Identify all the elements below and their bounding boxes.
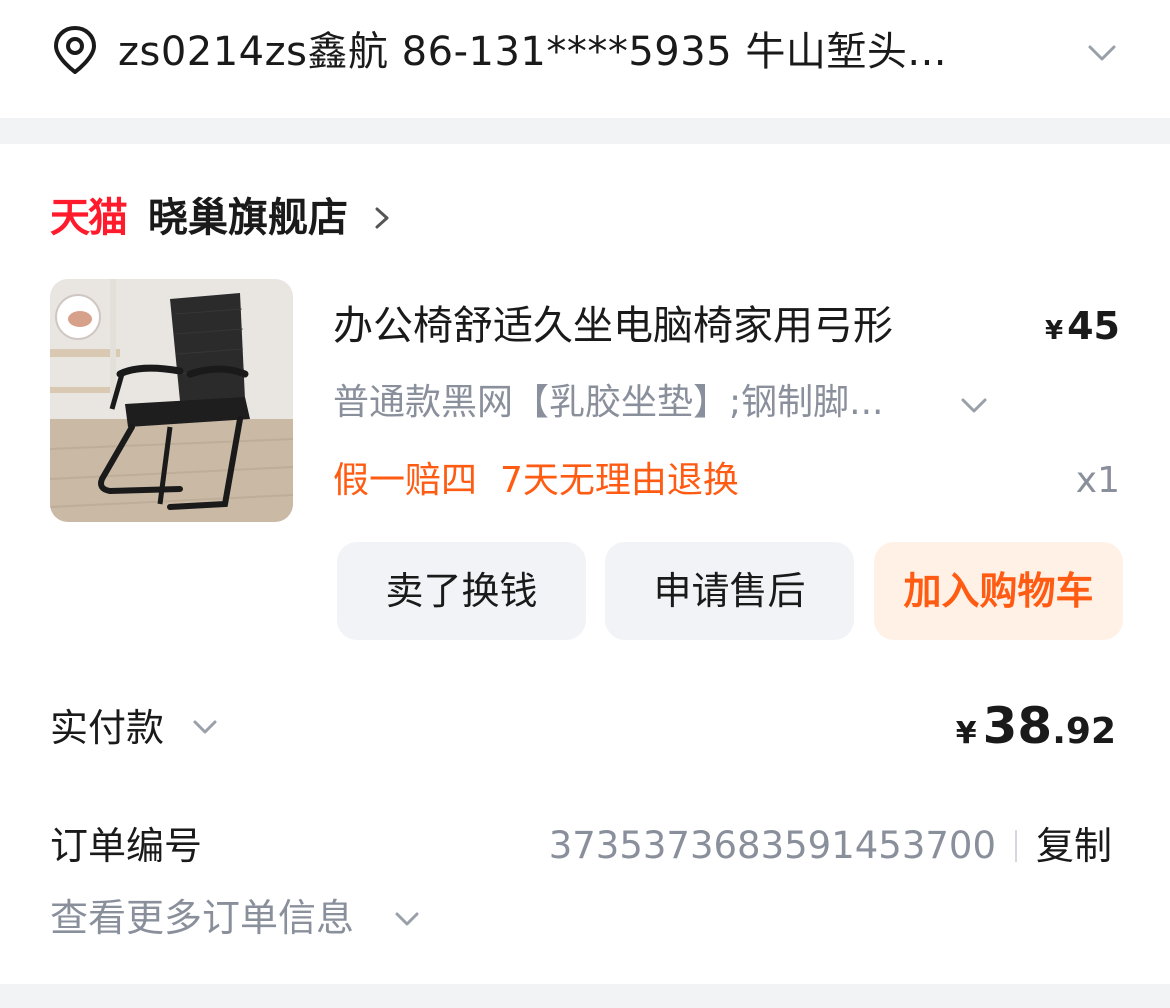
paid-decimal: .92 bbox=[1052, 711, 1116, 752]
chevron-down-icon[interactable] bbox=[190, 714, 220, 740]
order-number: 3735373683591453700 bbox=[548, 824, 996, 867]
paid-amount-label[interactable]: 实付款 bbox=[50, 700, 164, 756]
address-summary: zs0214zs鑫航 86-131****5935 牛山堑头... bbox=[118, 29, 948, 75]
service-tag-counterfeit: 假一赔四 bbox=[333, 460, 478, 501]
chevron-down-icon[interactable] bbox=[392, 906, 422, 932]
chevron-right-icon[interactable] bbox=[370, 200, 394, 236]
office-chair-image bbox=[50, 279, 293, 522]
sku-expand-icon[interactable] bbox=[958, 392, 990, 418]
price-symbol: ¥ bbox=[1045, 316, 1064, 346]
product-price: ¥45 bbox=[1030, 298, 1120, 354]
copy-button[interactable]: 复制 bbox=[1036, 818, 1112, 874]
chevron-down-icon[interactable] bbox=[1084, 36, 1120, 70]
product-quantity: x1 bbox=[1075, 460, 1120, 501]
order-number-label: 订单编号 bbox=[50, 824, 203, 868]
shop-name[interactable]: 晓巢旗舰店 bbox=[148, 190, 348, 246]
paid-symbol: ¥ bbox=[955, 716, 977, 751]
bottom-gap bbox=[0, 984, 1170, 1008]
paid-amount: ¥38.92 bbox=[940, 690, 1116, 762]
product-sku[interactable]: 普通款黑网【乳胶坐垫】;钢制脚... bbox=[333, 378, 953, 428]
divider bbox=[1015, 830, 1017, 862]
after-sales-button[interactable]: 申请售后 bbox=[605, 542, 854, 640]
sell-button[interactable]: 卖了换钱 bbox=[337, 542, 586, 640]
section-gap bbox=[0, 118, 1170, 144]
price-value: 45 bbox=[1067, 304, 1120, 348]
more-order-info-link[interactable]: 查看更多订单信息 bbox=[50, 890, 354, 946]
paid-integer: 38 bbox=[982, 697, 1053, 755]
tmall-badge: 天猫 bbox=[50, 195, 128, 241]
add-to-cart-button[interactable]: 加入购物车 bbox=[874, 542, 1123, 640]
product-image[interactable] bbox=[50, 279, 293, 522]
address-bar[interactable]: zs0214zs鑫航 86-131****5935 牛山堑头... bbox=[0, 0, 1170, 118]
service-tag-return: 7天无理由退换 bbox=[500, 460, 739, 501]
location-pin-icon bbox=[54, 26, 96, 74]
product-title[interactable]: 办公椅舒适久坐电脑椅家用弓形 bbox=[333, 298, 973, 354]
